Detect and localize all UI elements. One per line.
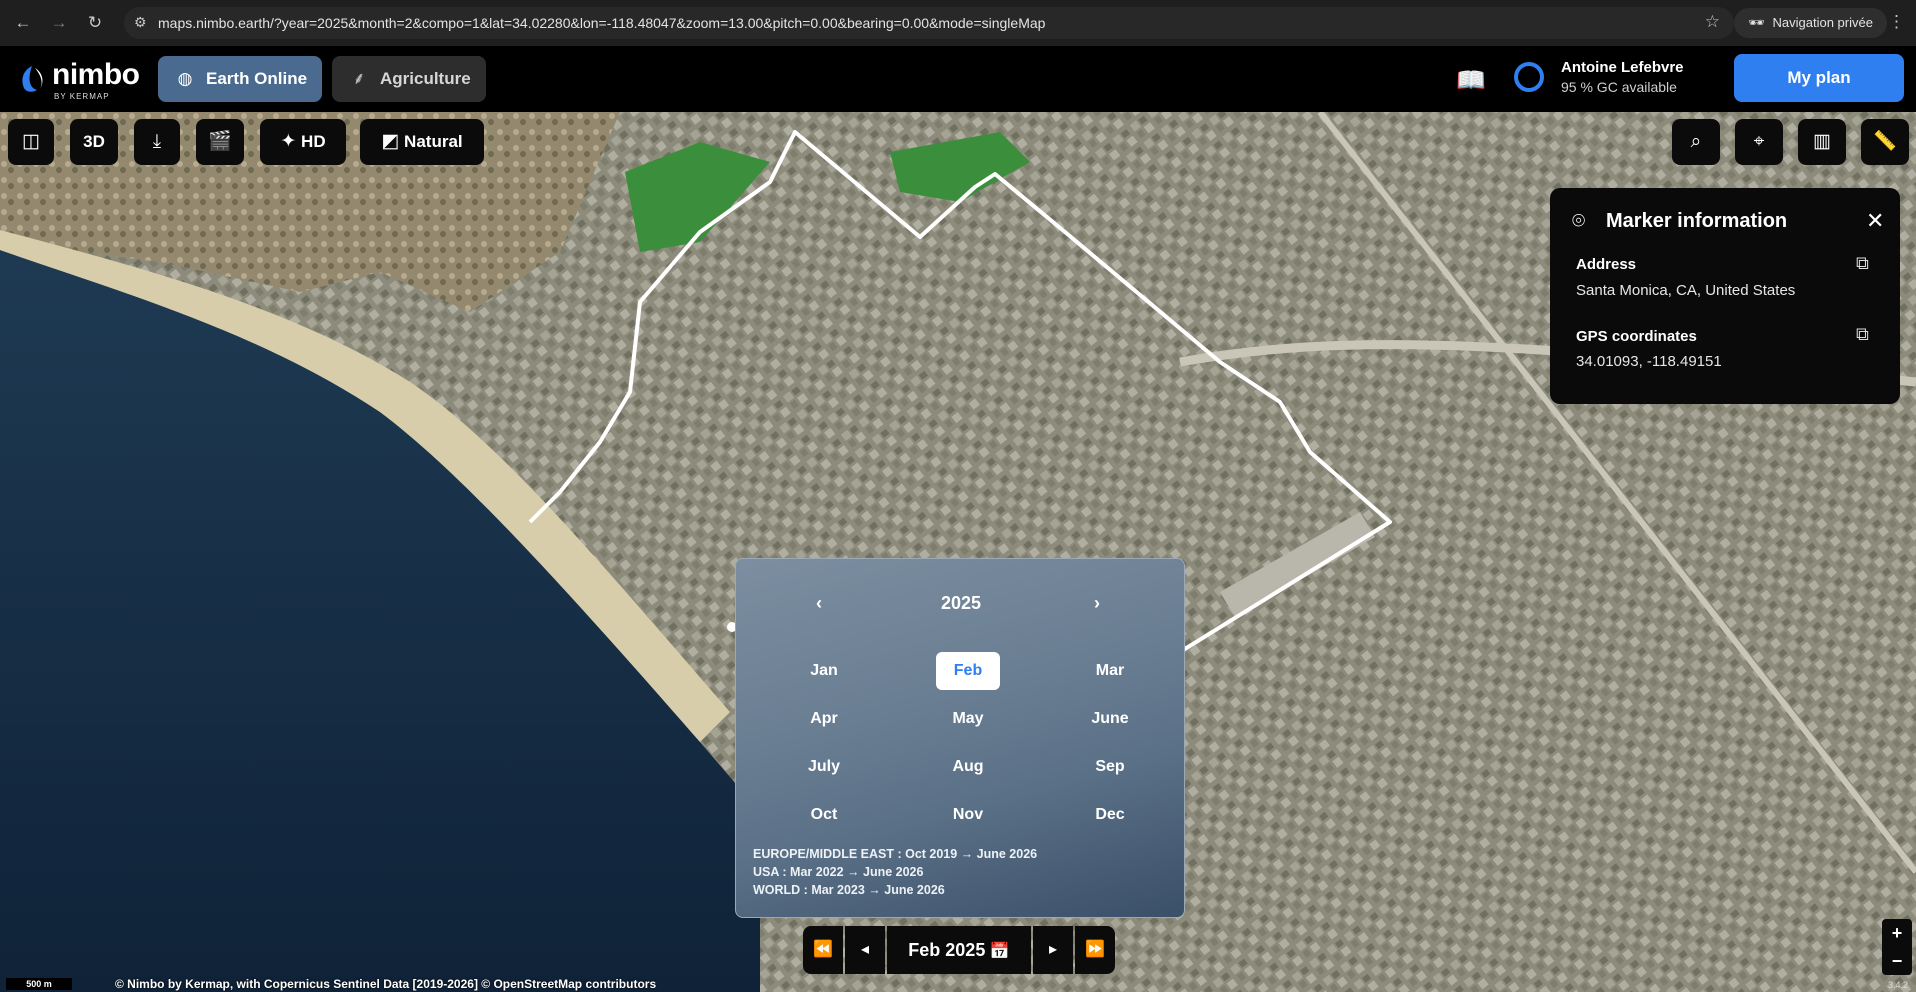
close-icon[interactable]: ✕ [1866, 208, 1884, 234]
ruler-icon: 📏 [1873, 131, 1897, 152]
next-year-icon[interactable]: › [1094, 593, 1100, 614]
current-date-button[interactable]: Feb 2025 📅 [887, 926, 1031, 974]
split-view-button[interactable]: ◫ [8, 119, 54, 165]
step-forward-icon: ▸ [1048, 941, 1058, 958]
back-icon[interactable]: ← [12, 12, 34, 34]
private-label: Navigation privée [1772, 15, 1873, 30]
split-view-icon: ◫ [22, 131, 40, 152]
location-pin-icon: ⌾ [1572, 208, 1586, 233]
month-dec[interactable]: Dec [1078, 796, 1142, 834]
app-version: 3.4.2 [1888, 980, 1909, 990]
browser-chrome: ← → ↻ ⚙ maps.nimbo.earth/?year=2025&mont… [0, 0, 1916, 46]
download-icon: ⤓ [152, 131, 162, 152]
month-picker: ‹ 2025 › Jan Feb Mar Apr May June July A… [735, 558, 1185, 918]
scale-bar: 500 m [6, 978, 72, 990]
coverage-europe: EUROPE/MIDDLE EAST : Oct 2019 → June 202… [753, 847, 1038, 861]
coverage-world: WORLD : Mar 2023 → June 2026 [753, 883, 945, 897]
month-mar[interactable]: Mar [1078, 652, 1142, 690]
agriculture-label: Agriculture [380, 69, 471, 88]
map-layers-icon: ▥ [1813, 131, 1831, 152]
month-may[interactable]: May [936, 700, 1000, 738]
wheat-icon: ⸙ [352, 69, 366, 88]
app-header: nimbo BY KERMAP ◍ Earth Online ⸙ Agricultu… [0, 46, 1916, 112]
download-button[interactable]: ⤓ [134, 119, 180, 165]
earth-online-label: Earth Online [206, 69, 308, 88]
ruler-button[interactable]: 📏 [1861, 119, 1909, 165]
month-june[interactable]: June [1078, 700, 1142, 738]
user-name[interactable]: Antoine Lefebvre [1561, 59, 1684, 76]
skip-forward-icon: ⏩ [1085, 941, 1105, 958]
logo-sub: BY KERMAP [54, 92, 110, 101]
marker-information-panel: ⌾ Marker information ✕ Address ⧉ Santa M… [1550, 188, 1900, 404]
next-date-button[interactable]: ▸ [1033, 926, 1073, 974]
sparkle-icon: ✦ [280, 131, 297, 152]
natural-colors-button[interactable]: ◩ Natural [360, 119, 484, 165]
first-date-button[interactable]: ⏪ [803, 926, 843, 974]
month-feb[interactable]: Feb [936, 652, 1000, 690]
nimbo-logo[interactable]: nimbo BY KERMAP [18, 58, 148, 102]
url-text[interactable]: maps.nimbo.earth/?year=2025&month=2&comp… [158, 15, 1045, 31]
search-button[interactable]: ⌕ [1672, 119, 1720, 165]
gps-label: GPS coordinates [1576, 328, 1697, 345]
forward-icon[interactable]: → [48, 12, 70, 34]
timelapse-button[interactable]: 🎬 [196, 119, 244, 165]
month-aug[interactable]: Aug [936, 748, 1000, 786]
user-credit: 95 % GC available [1561, 79, 1677, 95]
copy-address-icon[interactable]: ⧉ [1856, 253, 1869, 274]
zoom-in-button[interactable]: + [1882, 919, 1912, 947]
nimbo-logo-icon [22, 66, 43, 92]
calendar-icon: 📅 [989, 943, 1010, 960]
search-icon: ⌕ [1690, 131, 1702, 152]
clapperboard-icon: 🎬 [208, 131, 232, 152]
incognito-icon: 🕶 [1748, 15, 1765, 30]
copy-gps-icon[interactable]: ⧉ [1856, 324, 1869, 345]
palette-icon: ◩ [381, 131, 400, 152]
current-date-label: Feb 2025 [908, 940, 986, 960]
globe-icon: ◍ [177, 69, 193, 88]
logo-name: nimbo [52, 58, 140, 91]
address-bar[interactable]: ⚙ maps.nimbo.earth/?year=2025&month=2&co… [124, 7, 1734, 39]
month-apr[interactable]: Apr [792, 700, 856, 738]
credit-gauge-icon[interactable] [1514, 62, 1544, 92]
month-oct[interactable]: Oct [792, 796, 856, 834]
step-back-icon: ◂ [860, 941, 870, 958]
locate-icon: ⌖ [1753, 131, 1765, 152]
month-july[interactable]: July [792, 748, 856, 786]
map-attribution: © Nimbo by Kermap, with Copernicus Senti… [115, 977, 657, 991]
menu-icon[interactable]: ⋮ [1888, 12, 1905, 32]
my-plan-button[interactable]: My plan [1734, 54, 1904, 102]
skip-back-icon: ⏪ [813, 941, 833, 958]
date-navigator: ⏪ ◂ Feb 2025 📅 ▸ ⏩ [803, 926, 1115, 974]
site-settings-icon[interactable]: ⚙ [134, 14, 147, 31]
month-nov[interactable]: Nov [936, 796, 1000, 834]
3d-button[interactable]: 3D [70, 119, 118, 165]
earth-online-button[interactable]: ◍ Earth Online [158, 56, 322, 102]
picker-year: 2025 [940, 593, 982, 613]
private-browsing-badge[interactable]: 🕶 Navigation privée [1734, 8, 1887, 38]
documentation-book-icon[interactable]: 📖 [1456, 66, 1486, 95]
marker-panel-title: Marker information [1606, 210, 1788, 232]
natural-label: Natural [404, 132, 463, 151]
coverage-usa: USA : Mar 2022 → June 2026 [753, 865, 924, 879]
address-value: Santa Monica, CA, United States [1576, 282, 1796, 299]
agriculture-button[interactable]: ⸙ Agriculture [332, 56, 486, 102]
locate-button[interactable]: ⌖ [1735, 119, 1783, 165]
map-layers-button[interactable]: ▥ [1798, 119, 1846, 165]
previous-date-button[interactable]: ◂ [845, 926, 885, 974]
last-date-button[interactable]: ⏩ [1075, 926, 1115, 974]
month-jan[interactable]: Jan [792, 652, 856, 690]
zoom-out-button[interactable]: − [1882, 947, 1912, 975]
bookmark-star-icon[interactable]: ☆ [1705, 12, 1720, 32]
hd-button[interactable]: ✦ HD [260, 119, 346, 165]
month-sep[interactable]: Sep [1078, 748, 1142, 786]
reload-icon[interactable]: ↻ [84, 12, 106, 34]
address-label: Address [1576, 256, 1637, 273]
hd-label: HD [301, 132, 326, 151]
gps-value: 34.01093, -118.49151 [1576, 353, 1722, 370]
